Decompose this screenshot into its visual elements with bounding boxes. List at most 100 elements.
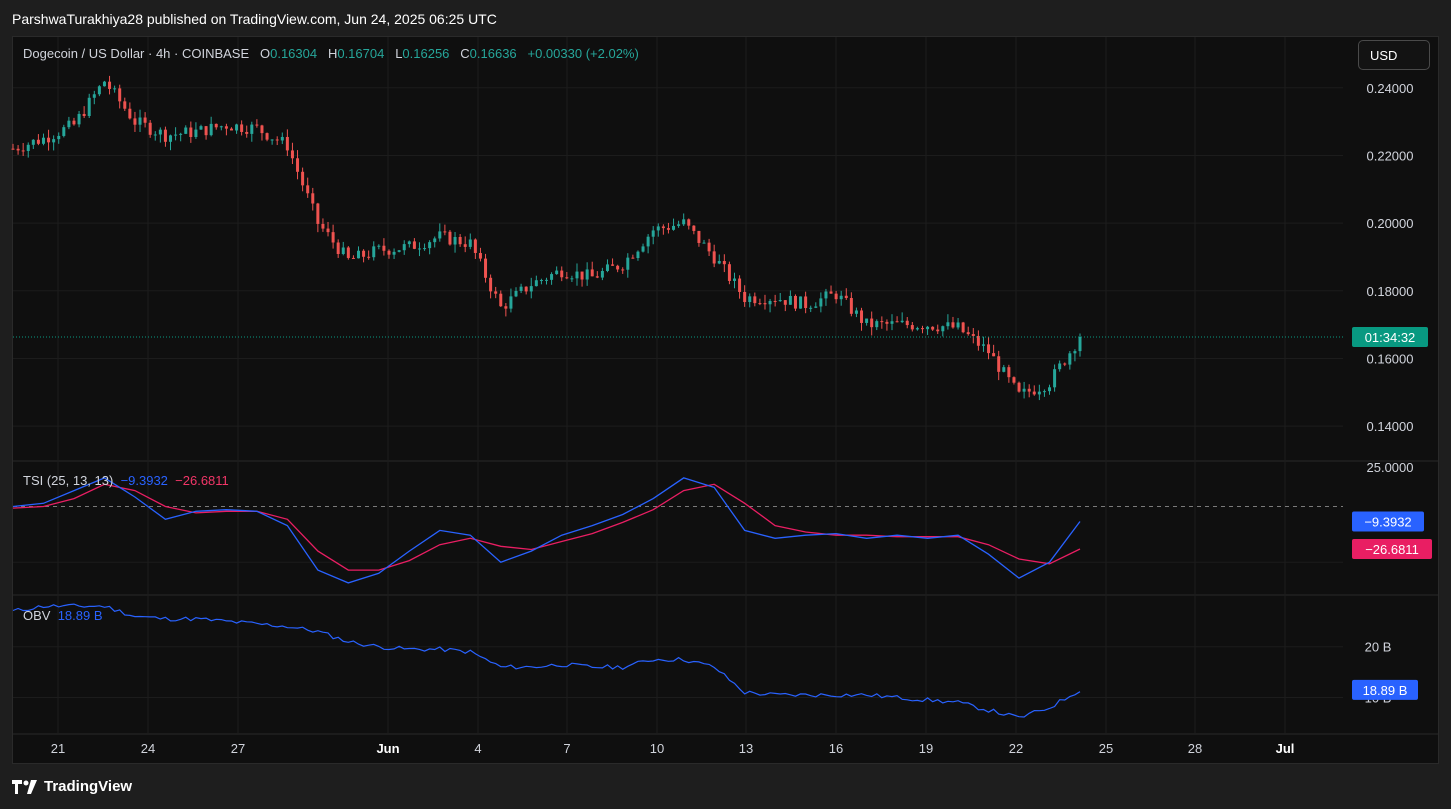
candle-body (128, 108, 132, 119)
candle-body (240, 124, 244, 132)
candle-body (575, 271, 579, 279)
candle-body (926, 326, 930, 330)
price-axis-label: 0.22000 (1367, 148, 1414, 163)
candle-body (819, 298, 823, 307)
tradingview-brand[interactable]: TradingView (12, 778, 132, 795)
candle-body (697, 230, 701, 243)
candle-body (169, 135, 173, 142)
candle-body (108, 81, 112, 89)
candle-body (854, 310, 858, 314)
candle-body (936, 329, 940, 332)
price-axis-label: 0.24000 (1367, 81, 1414, 96)
time-axis-label: 10 (650, 741, 664, 756)
candle-body (97, 86, 101, 95)
candle-body (26, 144, 30, 151)
candle-body (829, 291, 833, 294)
time-axis-label: 16 (829, 741, 843, 756)
candle-body (1037, 391, 1041, 395)
candle-body (768, 300, 772, 305)
candle-body (433, 238, 437, 243)
candle-body (1012, 377, 1016, 383)
tsi-value-tag: −9.3932 (1364, 514, 1411, 529)
candle-body (565, 277, 569, 279)
currency-button[interactable]: USD (1358, 40, 1430, 70)
candle-body (987, 344, 991, 354)
candle-body (788, 295, 792, 305)
candle-body (184, 127, 188, 134)
candle-body (524, 286, 528, 292)
symbol-legend: Dogecoin / US Dollar · 4h · COINBASE O0.… (23, 46, 639, 61)
candle-body (21, 150, 25, 152)
low-value: 0.16256 (402, 46, 450, 61)
time-axis-label: 27 (231, 741, 245, 756)
candle-body (1032, 391, 1036, 395)
candle-body (661, 226, 665, 229)
change-value: +0.00330 (+2.02%) (527, 46, 639, 61)
candle-body (997, 356, 1001, 372)
candle-body (956, 322, 960, 328)
candle-body (915, 328, 919, 330)
tsi-signal-value: −26.6811 (175, 473, 229, 488)
candle-body (555, 270, 559, 275)
tsi-axis-label: 25.0000 (1367, 460, 1414, 475)
candle-body (1022, 388, 1026, 392)
candle-body (666, 228, 670, 230)
candle-body (946, 322, 950, 327)
candle-body (326, 228, 330, 233)
tsi-legend[interactable]: TSI (25, 13, 13) −9.3932 −26.6811 (23, 473, 229, 488)
candle-body (77, 113, 81, 125)
tradingview-logo-icon (12, 779, 37, 794)
candle-body (428, 242, 432, 249)
price-axis-label: 0.16000 (1367, 351, 1414, 366)
candle-body (534, 280, 538, 287)
candle-body (458, 237, 462, 245)
candle-body (1002, 367, 1006, 372)
candle-body (463, 244, 467, 247)
candle-body (1042, 391, 1046, 393)
candle-body (62, 127, 66, 136)
candle-body (580, 271, 584, 280)
candle-body (138, 117, 142, 125)
candle-body (1053, 369, 1057, 388)
candle-body (16, 148, 20, 151)
candle-body (545, 279, 548, 281)
candle-body (387, 250, 391, 255)
candle-body (311, 193, 315, 204)
price-axis-label: 0.18000 (1367, 284, 1414, 299)
candle-body (656, 226, 660, 231)
candle-body (626, 257, 630, 270)
time-axis-label: 21 (51, 741, 65, 756)
symbol-name[interactable]: Dogecoin / US Dollar · 4h · COINBASE (23, 46, 249, 61)
tsi-name: TSI (25, 13, 13) (23, 473, 114, 488)
time-axis-label: 13 (739, 741, 753, 756)
candle-body (362, 250, 366, 257)
candle-body (590, 269, 594, 277)
candle-body (600, 270, 604, 278)
chart-canvas[interactable]: 21 24 27 Jun 4 7 10 13 16 19 22 25 28 Jul 0.24000 0.220… (0, 0, 1451, 809)
candle-body (57, 135, 61, 140)
candle-body (692, 225, 696, 231)
candle-body (865, 318, 869, 323)
candle-body (890, 321, 894, 324)
candle-body (412, 241, 416, 249)
candle-body (727, 264, 731, 281)
candle-body (941, 326, 945, 332)
candle-body (143, 117, 147, 123)
candle-body (499, 293, 503, 307)
candle-body (844, 295, 848, 298)
candle-body (595, 276, 599, 278)
candle-body (880, 321, 884, 323)
tsi-signal-tag: −26.6811 (1365, 542, 1419, 557)
candle-body (316, 203, 320, 224)
obv-line (12, 603, 1081, 718)
candle-body (321, 223, 325, 229)
candle-body (250, 124, 254, 134)
obv-name: OBV (23, 608, 51, 623)
time-axis-label: Jun (376, 741, 399, 756)
time-axis-label: 4 (474, 741, 481, 756)
candle-body (1007, 367, 1011, 378)
candle-body (174, 134, 178, 136)
obv-legend[interactable]: OBV 18.89 B (23, 608, 103, 623)
candle-body (82, 113, 86, 117)
candle-body (367, 256, 371, 258)
